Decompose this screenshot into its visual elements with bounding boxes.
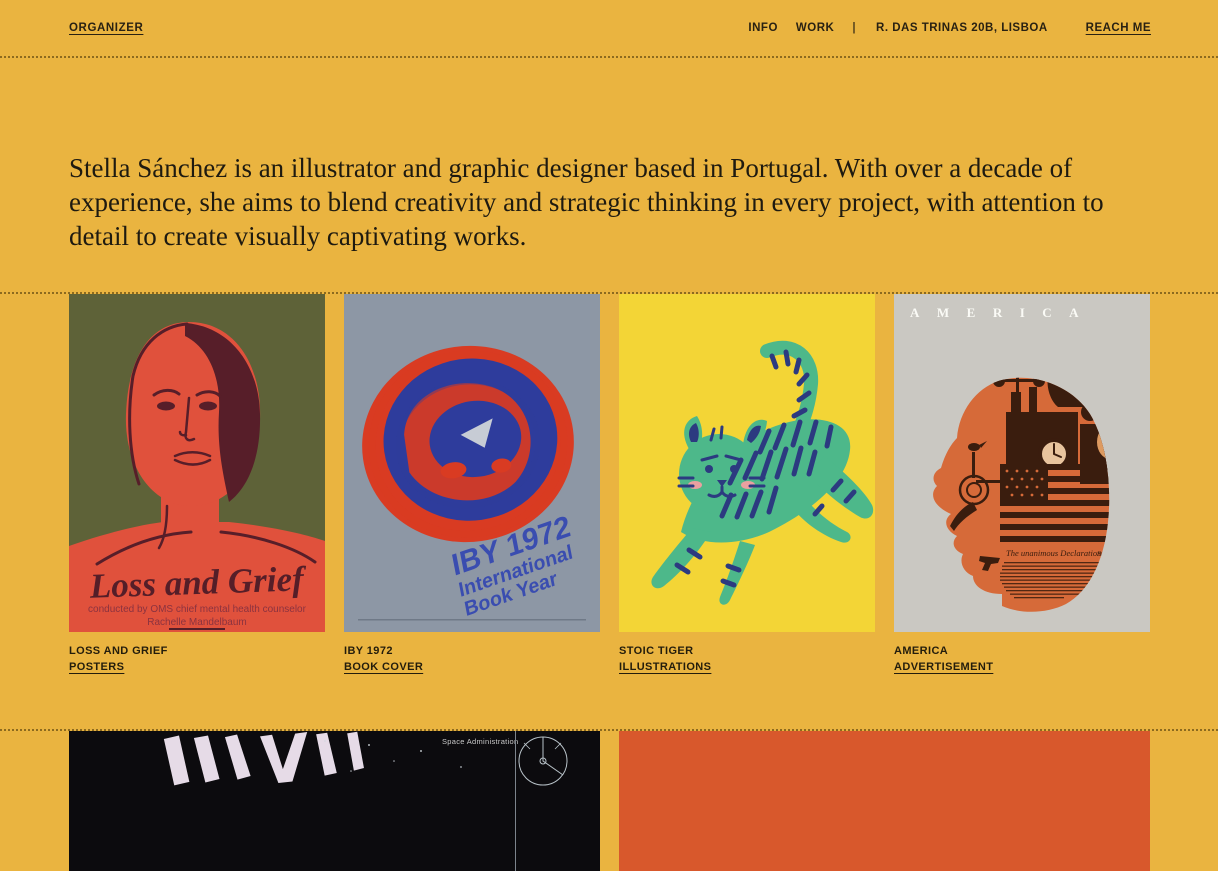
- stoic-tiger-image[interactable]: [619, 294, 875, 632]
- work-title: STOIC TIGER: [619, 645, 875, 657]
- work-category-link[interactable]: ADVERTISEMENT: [894, 661, 993, 673]
- loss-and-grief-poster-image[interactable]: Loss and Grief conducted by OMS chief me…: [69, 294, 325, 632]
- work-category-link[interactable]: POSTERS: [69, 661, 124, 673]
- work-grid-row-1: Loss and Grief conducted by OMS chief me…: [0, 292, 1218, 729]
- work-caption: IBY 1972 BOOK COVER: [344, 645, 600, 675]
- poster-footer-rule: [358, 619, 586, 621]
- work-item-loss-and-grief: Loss and Grief conducted by OMS chief me…: [69, 294, 325, 675]
- panel-divider: [515, 731, 516, 871]
- brand-link[interactable]: ORGANIZER: [69, 22, 143, 34]
- svg-text:The unanimous Declaration: The unanimous Declaration: [1006, 548, 1101, 558]
- work-title: LOSS AND GRIEF: [69, 645, 325, 657]
- main-content: Stella Sánchez is an illustrator and gra…: [0, 151, 1218, 871]
- work-item-america: AMERICA: [894, 294, 1150, 675]
- site-header: ORGANIZER INFO WORK | R. DAS TRINAS 20B,…: [0, 0, 1218, 58]
- poster-underline: [169, 628, 225, 630]
- america-poster-image[interactable]: AMERICA: [894, 294, 1150, 632]
- nav-separator: |: [852, 22, 856, 34]
- work-item-stoic-tiger: STOIC TIGER ILLUSTRATIONS: [619, 294, 875, 675]
- poster-texture: [619, 731, 1150, 871]
- work-category-link[interactable]: ILLUSTRATIONS: [619, 661, 711, 673]
- poster-subtext-2: Rachelle Mandelbaum: [147, 617, 247, 628]
- poster-subtext-1: conducted by OMS chief mental health cou…: [88, 604, 307, 615]
- poster-title-text: Loss and Grief: [88, 559, 307, 606]
- work-item-space-poster: Space Administration: [69, 731, 600, 871]
- orange-poster-image[interactable]: [619, 731, 1150, 871]
- nav-reach-me[interactable]: REACH ME: [1086, 22, 1151, 34]
- nav-info[interactable]: INFO: [748, 22, 777, 34]
- work-title: IBY 1972: [344, 645, 600, 657]
- iby-1972-poster-image[interactable]: IBY 1972 International Book Year: [344, 294, 600, 632]
- nav-address: R. DAS TRINAS 20B, LISBOA: [876, 22, 1048, 34]
- poster-title-text: AMERICA: [910, 305, 1096, 320]
- work-category-link[interactable]: BOOK COVER: [344, 661, 423, 673]
- svg-text:Loss and Grief: Loss and Grief: [88, 559, 307, 606]
- work-title: AMERICA: [894, 645, 1150, 657]
- work-item-iby-1972: IBY 1972 International Book Year IBY 197…: [344, 294, 600, 675]
- work-caption: LOSS AND GRIEF POSTERS: [69, 645, 325, 675]
- main-nav: INFO WORK | R. DAS TRINAS 20B, LISBOA RE…: [748, 22, 1151, 34]
- space-poster-image[interactable]: Space Administration: [69, 731, 600, 871]
- intro-text: Stella Sánchez is an illustrator and gra…: [69, 151, 1149, 253]
- work-caption: AMERICA ADVERTISEMENT: [894, 645, 1150, 675]
- work-caption: STOIC TIGER ILLUSTRATIONS: [619, 645, 875, 675]
- work-item-orange-poster: [619, 731, 1150, 871]
- space-administration-label: Space Administration: [442, 737, 518, 746]
- work-grid-row-2: Space Administration: [0, 729, 1218, 871]
- nav-work[interactable]: WORK: [796, 22, 834, 34]
